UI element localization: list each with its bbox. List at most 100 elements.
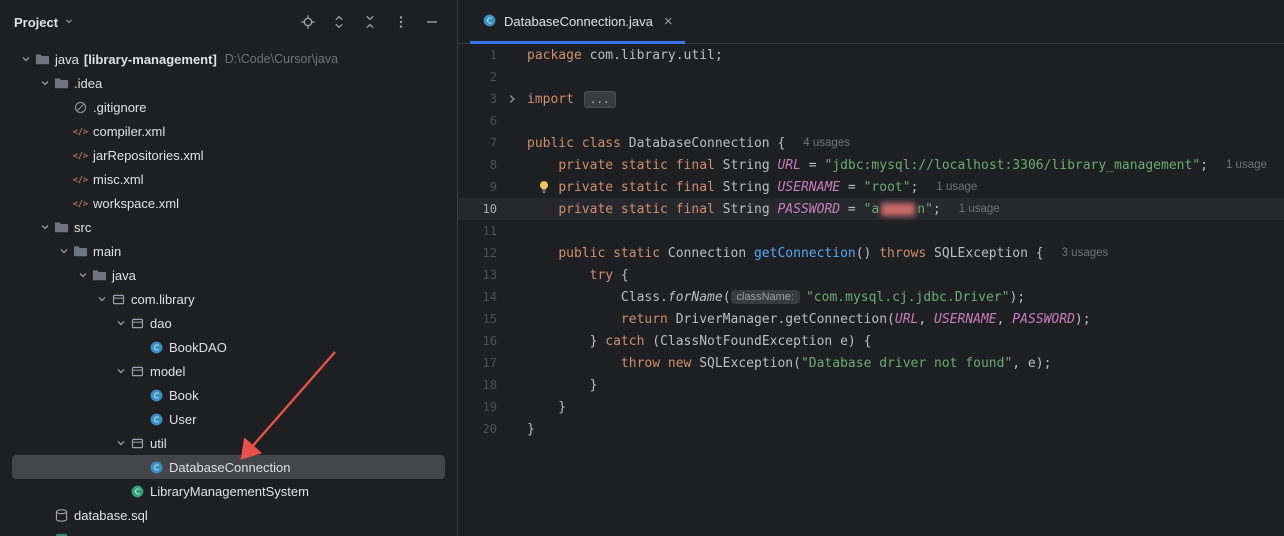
gutter[interactable]: 17 [458,356,527,370]
tree-item-clipped-item[interactable] [12,527,445,536]
tree-item-misc-xml[interactable]: </> misc.xml [12,167,445,191]
code-line[interactable]: 16 } catch (ClassNotFoundException e) { [458,330,1284,352]
gutter[interactable]: 7 [458,136,527,150]
gutter[interactable]: 9 [458,180,527,194]
gutter[interactable]: 3 [458,92,527,106]
line-number[interactable]: 20 [458,422,497,436]
tree-item-bookdao[interactable]: C BookDAO [12,335,445,359]
code-line[interactable]: 8 private static final String URL = "jdb… [458,154,1284,176]
line-number[interactable]: 17 [458,356,497,370]
code-line[interactable]: 3 import ... [458,88,1284,110]
line-number[interactable]: 18 [458,378,497,392]
kebab-menu-icon[interactable] [392,13,410,31]
gutter[interactable]: 8 [458,158,527,172]
gutter[interactable]: 14 [458,290,527,304]
chevron-down-icon[interactable] [18,52,34,66]
code-line[interactable]: 9 private static final String USERNAME =… [458,176,1284,198]
tree-item-root-java[interactable]: java [library-management] D:\Code\Cursor\j… [12,47,445,71]
code-line[interactable]: 12 public static Connection getConnectio… [458,242,1284,264]
tree-item-jarrepositories-xml[interactable]: </> jarRepositories.xml [12,143,445,167]
gutter[interactable]: 20 [458,422,527,436]
chevron-down-icon[interactable] [113,316,129,330]
code-line[interactable]: 18 } [458,374,1284,396]
gutter[interactable]: 2 [458,70,527,84]
tree-item-java[interactable]: java [12,263,445,287]
code-line[interactable]: 15 return DriverManager.getConnection(UR… [458,308,1284,330]
tree-item-compiler-xml[interactable]: </> compiler.xml [12,119,445,143]
gutter[interactable]: 6 [458,114,527,128]
gutter[interactable]: 16 [458,334,527,348]
line-number[interactable]: 16 [458,334,497,348]
usages-inlay-hint[interactable]: 4 usages [803,137,850,149]
tree-item-user[interactable]: C User [12,407,445,431]
tree-item-idea[interactable]: .idea [12,71,445,95]
up-down-chevrons-icon[interactable] [330,13,348,31]
line-number[interactable]: 12 [458,246,497,260]
usages-inlay-hint[interactable]: 1 usage [936,181,977,193]
usages-inlay-hint[interactable]: 1 usage [959,203,1000,215]
tree-item-gitignore[interactable]: .gitignore [12,95,445,119]
chevron-down-icon[interactable] [75,268,91,282]
line-number[interactable]: 19 [458,400,497,414]
tree-item-databaseconnection[interactable]: C DatabaseConnection [12,455,445,479]
chevron-down-icon[interactable] [94,292,110,306]
gutter[interactable]: 10 [458,202,527,216]
tree-item-src[interactable]: src [12,215,445,239]
chevron-down-icon[interactable] [113,364,129,378]
tree-item-main[interactable]: main [12,239,445,263]
tab-databaseconnection-java[interactable]: C DatabaseConnection.java × [470,0,685,44]
code-editor[interactable]: 1 package com.library.util; 2 3 import ... 6 7… [458,44,1284,536]
minimize-icon[interactable] [423,13,441,31]
target-icon[interactable] [299,13,317,31]
line-number[interactable]: 13 [458,268,497,282]
fold-chevron-right-icon[interactable] [497,94,527,104]
tree-item-dao[interactable]: dao [12,311,445,335]
gutter[interactable]: 18 [458,378,527,392]
line-number[interactable]: 3 [458,92,497,106]
tree-item-book[interactable]: C Book [12,383,445,407]
code-line[interactable]: 7 public class DatabaseConnection {4 usag… [458,132,1284,154]
line-number[interactable]: 2 [458,70,497,84]
code-line[interactable]: 20} [458,418,1284,440]
chevron-down-icon[interactable] [37,76,53,90]
gutter[interactable]: 19 [458,400,527,414]
usages-inlay-hint[interactable]: 3 usages [1062,247,1109,259]
tree-item-database-sql[interactable]: database.sql [12,503,445,527]
code-line[interactable]: 2 [458,66,1284,88]
line-number[interactable]: 1 [458,48,497,62]
tab-close-icon[interactable]: × [664,14,673,29]
line-number[interactable]: 11 [458,224,497,238]
gutter[interactable]: 12 [458,246,527,260]
code-line[interactable]: 11 [458,220,1284,242]
code-line[interactable]: 1 package com.library.util; [458,44,1284,66]
project-panel-title[interactable]: Project [14,15,75,30]
code-line[interactable]: 10 private static final String PASSWORD … [458,198,1284,220]
code-line[interactable]: 19 } [458,396,1284,418]
chevron-down-icon[interactable] [56,244,72,258]
gutter[interactable]: 11 [458,224,527,238]
tree-item-util[interactable]: util [12,431,445,455]
gutter[interactable]: 15 [458,312,527,326]
tree-item-librarymanagementsystem[interactable]: C LibraryManagementSystem [12,479,445,503]
code-line[interactable]: 17 throw new SQLException("Database driv… [458,352,1284,374]
line-number[interactable]: 10 [458,202,497,216]
line-number[interactable]: 15 [458,312,497,326]
line-number[interactable]: 6 [458,114,497,128]
code-line[interactable]: 13 try { [458,264,1284,286]
tree-item-model[interactable]: model [12,359,445,383]
chevron-down-icon[interactable] [37,220,53,234]
line-number[interactable]: 7 [458,136,497,150]
tree-item-workspace-xml[interactable]: </> workspace.xml [12,191,445,215]
tree-item-com-library[interactable]: com.library [12,287,445,311]
line-number[interactable]: 14 [458,290,497,304]
usages-inlay-hint[interactable]: 1 usage [1226,159,1267,171]
gutter[interactable]: 1 [458,48,527,62]
chevron-down-icon[interactable] [113,436,129,450]
line-number[interactable]: 9 [458,180,497,194]
collapse-all-icon[interactable] [361,13,379,31]
code-line[interactable]: 6 [458,110,1284,132]
intention-bulb-icon[interactable] [537,180,551,194]
gutter[interactable]: 13 [458,268,527,282]
line-number[interactable]: 8 [458,158,497,172]
code-line[interactable]: 14 Class. forName(className: "com.mysql.cj… [458,286,1284,308]
